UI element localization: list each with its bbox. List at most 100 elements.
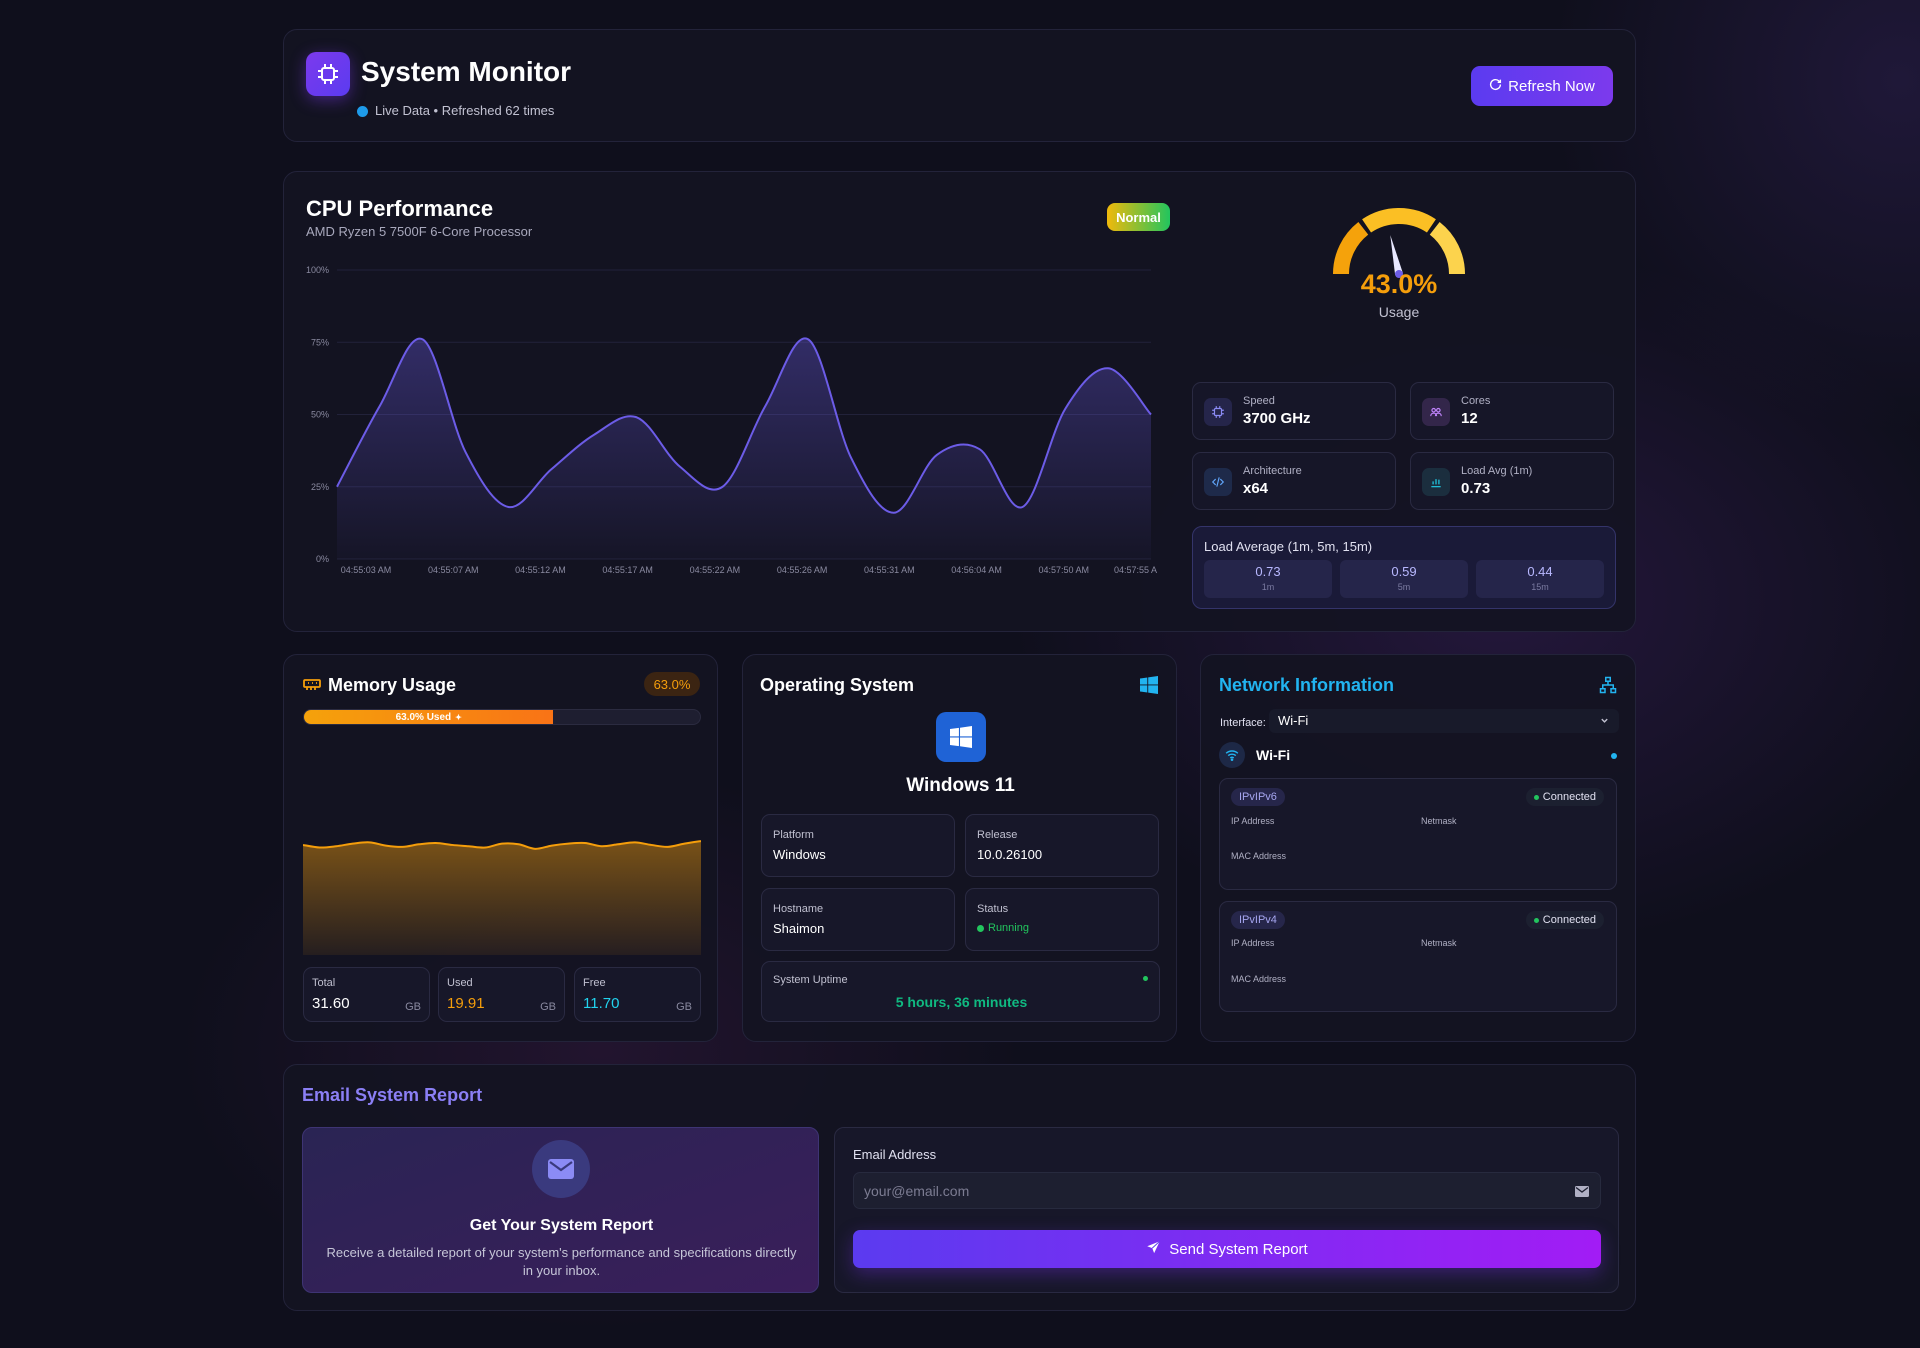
load-average-panel: Load Average (1m, 5m, 15m) 0.73 1m 0.59 … <box>1192 526 1616 609</box>
refresh-button[interactable]: Refresh Now <box>1471 66 1613 106</box>
email-promo-panel: Get Your System Report Receive a detaile… <box>302 1127 819 1293</box>
email-section-title: Email System Report <box>302 1085 483 1105</box>
header-card: System Monitor Live Data • Refreshed 62 … <box>283 29 1636 142</box>
memory-bar-label: 63.0% Used <box>395 711 452 723</box>
memory-progress-fill: 63.0% Used ✦ <box>304 710 554 724</box>
os-release-box: Release 10.0.26100 <box>965 814 1159 877</box>
chip-icon <box>1204 398 1232 426</box>
os-release-label: Release <box>977 829 1018 841</box>
cpu-section-title: CPU Performance <box>306 196 494 221</box>
wifi-icon <box>1219 742 1245 768</box>
ipv6-address-card: IPvIPv6 Connected IP Address Netmask MAC… <box>1219 778 1617 890</box>
memory-section-title: Memory Usage <box>328 675 457 695</box>
app-title: System Monitor <box>361 56 572 87</box>
os-platform-label: Platform <box>773 829 814 841</box>
mac-address-label: MAC Address <box>1231 974 1287 984</box>
netmask-label: Netmask <box>1421 938 1457 948</box>
refresh-button-label: Refresh Now <box>1508 77 1595 95</box>
cpu-area-fill <box>337 338 1151 559</box>
email-input[interactable] <box>853 1172 1601 1209</box>
os-status-value: Running <box>988 922 1029 934</box>
os-name: Windows 11 <box>906 775 1015 796</box>
uptime-value: 5 hours, 36 minutes <box>895 994 1028 1010</box>
os-status-label: Status <box>977 903 1009 915</box>
network-information-card: Network Information Interface: Wi-Fi Wi-… <box>1200 654 1636 1042</box>
memory-usage-card: Memory Usage 63.0% 63.0% Used ✦ Total 31.… <box>283 654 718 1042</box>
connection-status: Connected <box>1525 788 1604 806</box>
os-hostname-label: Hostname <box>773 903 824 915</box>
mem-stat-value: 31.60 <box>312 995 350 1012</box>
cpu-y-tick-label: 75% <box>311 337 329 347</box>
os-release-value: 10.0.26100 <box>977 847 1043 862</box>
connection-status-text: Connected <box>1542 914 1596 926</box>
live-indicator-dot <box>357 106 368 117</box>
stat-value: 3700 GHz <box>1243 410 1311 427</box>
memory-used-stat: Used 19.91 GB <box>438 967 565 1022</box>
paper-plane-icon <box>1146 1240 1161 1259</box>
os-status-box: Status Running <box>965 888 1159 951</box>
cpu-x-tick-label: 04:55:12 AM <box>515 565 566 575</box>
cpu-x-tick-label: 04:55:03 AM <box>341 565 392 575</box>
stat-label: Load Avg (1m) <box>1461 465 1533 477</box>
promo-title: Get Your System Report <box>469 1217 654 1234</box>
ip-family-tag: IPvIPv6 <box>1231 788 1285 806</box>
cpu-performance-card: CPU Performance AMD Ryzen 5 7500F 6-Core… <box>283 171 1636 632</box>
envelope-icon <box>532 1140 590 1198</box>
chevron-down-icon <box>1600 709 1609 733</box>
cpu-x-tick-label: 04:57:50 AM <box>1039 565 1090 575</box>
load-average-1m: 0.73 1m <box>1204 560 1332 598</box>
mem-stat-unit: GB <box>676 1001 692 1013</box>
interface-label: Interface: <box>1220 717 1266 729</box>
os-platform-value: Windows <box>773 847 826 862</box>
code-icon <box>1204 468 1232 496</box>
send-report-button[interactable]: Send System Report <box>853 1230 1601 1268</box>
cpu-usage-chart: 0% 25% 50% 75% 100% 04:55:03 AM 04:55:07 AM 04:… <box>306 265 1157 575</box>
cpu-architecture-stat: Architecture x64 <box>1192 452 1396 510</box>
load-period: 5m <box>1397 582 1411 592</box>
chip-logo-icon <box>306 52 350 96</box>
email-form: Email Address Send System Report <box>834 1127 1619 1293</box>
sparkle-icon: ✦ <box>455 712 462 722</box>
cpu-x-tick-label: 04:55:17 AM <box>602 565 653 575</box>
load-value: 0.59 <box>1391 564 1417 579</box>
network-section-title: Network Information <box>1219 675 1395 695</box>
os-status-indicator: Running <box>977 922 1029 934</box>
cpu-y-tick-label: 50% <box>311 410 329 420</box>
stat-label: Speed <box>1243 395 1275 407</box>
stat-label: Architecture <box>1243 465 1302 477</box>
mem-stat-label: Total <box>312 977 336 989</box>
interface-select[interactable]: Wi-Fi <box>1269 709 1619 733</box>
mem-stat-label: Free <box>583 977 606 989</box>
live-status-text: Live Data • Refreshed 62 times <box>375 103 555 118</box>
gauge-segment <box>1333 221 1369 275</box>
refresh-icon <box>1489 78 1502 95</box>
cpu-x-tick-label: 04:57:55 A <box>1114 565 1157 575</box>
send-report-label: Send System Report <box>1169 1240 1308 1258</box>
load-period: 15m <box>1531 582 1549 592</box>
memory-free-stat: Free 11.70 GB <box>574 967 701 1022</box>
memory-area-fill <box>303 841 701 955</box>
connected-dot <box>1533 794 1539 800</box>
cpu-y-tick-label: 0% <box>316 554 329 564</box>
cpu-y-tick-label: 25% <box>311 482 329 492</box>
load-average-title: Load Average (1m, 5m, 15m) <box>1204 539 1373 554</box>
gauge-segment <box>1429 221 1465 275</box>
status-dot <box>977 924 984 932</box>
cpu-load-avg-stat: Load Avg (1m) 0.73 <box>1410 452 1614 510</box>
stat-value: 12 <box>1461 410 1478 427</box>
netmask-label: Netmask <box>1421 816 1457 826</box>
cores-icon <box>1422 398 1450 426</box>
email-report-card: Email System Report Get Your System Repo… <box>283 1064 1636 1311</box>
memory-history-chart <box>303 840 701 955</box>
load-value: 0.44 <box>1527 564 1553 579</box>
ipv4-address-card: IPvIPv4 Connected IP Address Netmask MAC… <box>1219 901 1617 1012</box>
bar-chart-icon <box>1422 468 1450 496</box>
connection-status-text: Connected <box>1542 791 1596 803</box>
uptime-dot <box>1143 976 1148 981</box>
operating-system-card: Operating System Windows 11 Platform Win… <box>742 654 1177 1042</box>
cpu-cores-stat: Cores 12 <box>1410 382 1614 440</box>
load-average-15m: 0.44 15m <box>1476 560 1604 598</box>
adapter-status-dot <box>1611 753 1617 759</box>
cpu-x-tick-label: 04:55:31 AM <box>864 565 915 575</box>
cpu-usage-value: 43.0% <box>1360 269 1438 299</box>
